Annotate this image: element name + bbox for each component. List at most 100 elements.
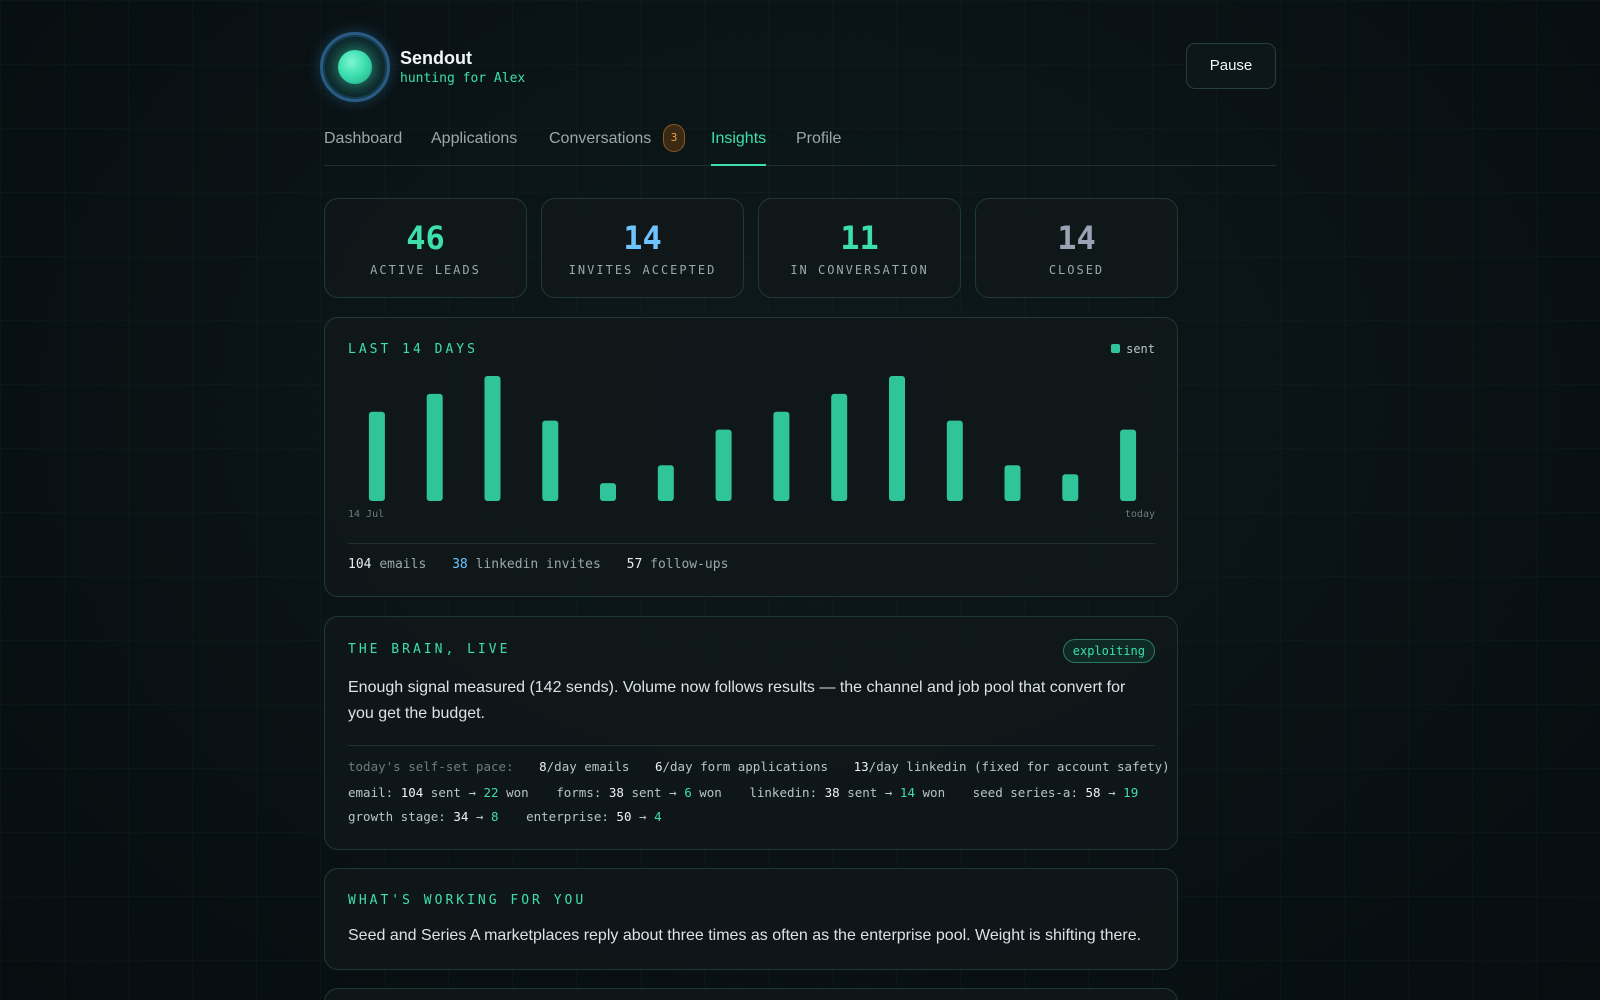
- divider: [348, 543, 1155, 544]
- seed-label: seed series-a:: [972, 785, 1078, 800]
- seed-to: 19: [1123, 785, 1139, 800]
- pace-emails-label: /day emails: [546, 759, 630, 774]
- x-axis-start-label: 14 Jul: [348, 509, 385, 520]
- sent-word: sent: [631, 785, 662, 800]
- enterprise-from: 50: [616, 809, 632, 824]
- brain-card: THE BRAIN, LIVE exploiting Enough signal…: [324, 616, 1178, 850]
- status-badge: exploiting: [1062, 639, 1155, 663]
- stat-value: 46: [406, 219, 445, 257]
- linkedin-count: 38: [452, 557, 468, 572]
- activity-card: LAST 14 DAYS sent 14 Jul today 104 email…: [324, 317, 1178, 597]
- activity-bar-chart: [368, 376, 1137, 501]
- arrow: →: [468, 785, 476, 800]
- stat-value: 11: [840, 219, 879, 257]
- forms-sent: 38: [608, 785, 624, 800]
- growth-to: 8: [491, 809, 499, 824]
- chart-bar-10: [889, 376, 905, 501]
- header: Sendout hunting for Alex Pause: [320, 32, 1276, 102]
- emails-label: emails: [379, 557, 427, 572]
- arrow: →: [1108, 785, 1116, 800]
- chart-bar-13: [1062, 474, 1079, 501]
- email-won: 22: [483, 785, 499, 800]
- emails-count: 104: [348, 557, 372, 572]
- stat-label: IN CONVERSATION: [790, 263, 929, 277]
- next-card: [324, 988, 1178, 1000]
- working-description: Seed and Series A marketplaces reply abo…: [348, 927, 1142, 944]
- won-word: won: [922, 785, 946, 800]
- chart-bar-6: [657, 465, 674, 501]
- stat-label: ACTIVE LEADS: [370, 263, 481, 277]
- arrow: →: [639, 809, 647, 824]
- stat-label: CLOSED: [1048, 263, 1105, 277]
- divider: [348, 745, 1155, 746]
- sent-word: sent: [847, 785, 878, 800]
- linkedin-label: linkedin:: [749, 785, 818, 800]
- app-subtitle: hunting for Alex: [400, 71, 526, 86]
- pause-button[interactable]: Pause: [1186, 43, 1276, 89]
- pace-forms-label: /day form applications: [662, 759, 829, 774]
- pool-results-line: growth stage: 34 → 8 enterprise: 50 → 4: [348, 809, 662, 824]
- followups-count: 57: [626, 557, 643, 572]
- email-label: email:: [348, 785, 394, 800]
- chart-bar-2: [426, 393, 443, 501]
- send-summary: 104 emails 38 linkedin invites 57 follow…: [348, 557, 728, 572]
- chart-bar-7: [715, 429, 732, 501]
- stat-card-invites-accepted: 14 INVITES ACCEPTED: [541, 198, 744, 298]
- arrow: →: [669, 785, 677, 800]
- chart-bar-5: [600, 483, 616, 501]
- tab-dashboard[interactable]: Dashboard: [324, 130, 402, 166]
- chart-bar-12: [1004, 465, 1021, 501]
- stat-value: 14: [623, 219, 662, 257]
- sent-word: sent: [430, 785, 461, 800]
- section-title: THE BRAIN, LIVE: [348, 642, 511, 657]
- followups-label: follow-ups: [650, 557, 729, 572]
- pace-linkedin-label: /day linkedin (fixed for account safety): [868, 759, 1170, 774]
- x-axis-end-label: today: [1124, 509, 1155, 520]
- arrow: →: [884, 785, 893, 800]
- section-title: WHAT'S WORKING FOR YOU: [348, 893, 587, 908]
- pace-linkedin-count: 13: [853, 759, 869, 774]
- enterprise-to: 4: [654, 809, 662, 824]
- logo-core: [338, 50, 372, 84]
- stat-card-in-conversation: 11 IN CONVERSATION: [758, 198, 961, 298]
- linkedin-sent: 38: [824, 785, 840, 800]
- app-name: Sendout: [400, 48, 472, 68]
- won-word: won: [506, 785, 529, 800]
- tab-applications[interactable]: Applications: [431, 130, 517, 166]
- stat-label: INVITES ACCEPTED: [568, 263, 717, 277]
- chart-bar-11: [946, 420, 963, 501]
- chart-bar-4: [542, 420, 559, 501]
- stat-card-active-leads: 46 ACTIVE LEADS: [324, 198, 527, 298]
- pace-line: today's self-set pace: 8/day emails 6/da…: [348, 759, 1170, 774]
- tab-conversations[interactable]: Conversations: [549, 130, 651, 166]
- arrow: →: [475, 809, 484, 824]
- tab-insights[interactable]: Insights: [711, 130, 767, 166]
- chart-bar-9: [831, 393, 848, 501]
- seed-from: 58: [1085, 785, 1101, 800]
- nav-tabs: Dashboard Applications Conversations 3 I…: [324, 120, 1276, 166]
- growth-from: 34: [453, 809, 469, 824]
- pace-label: today's self-set pace:: [348, 759, 514, 774]
- pace-emails-count: 8: [539, 759, 547, 774]
- logo-icon: [320, 32, 390, 102]
- chart-bar-1: [368, 411, 385, 501]
- forms-won: 6: [684, 785, 692, 800]
- brain-description: Enough signal measured (142 sends). Volu…: [348, 679, 1126, 722]
- working-card: WHAT'S WORKING FOR YOU Seed and Series A…: [324, 868, 1178, 970]
- stat-card-closed: 14 CLOSED: [975, 198, 1178, 298]
- channel-results-line: email: 104 sent → 22 won forms: 38 sent …: [348, 785, 1138, 800]
- tab-profile[interactable]: Profile: [796, 130, 841, 166]
- pace-forms-count: 6: [654, 759, 663, 774]
- chart-bar-3: [484, 376, 501, 501]
- growth-label: growth stage:: [348, 809, 446, 824]
- chart-bar-8: [773, 411, 790, 501]
- chart-bar-14: [1120, 429, 1137, 501]
- email-sent: 104: [400, 785, 424, 800]
- stat-value: 14: [1057, 219, 1096, 257]
- won-word: won: [699, 785, 722, 800]
- enterprise-label: enterprise:: [526, 809, 609, 824]
- linkedin-won: 14: [899, 785, 915, 800]
- forms-label: forms:: [556, 785, 602, 800]
- conversations-badge: 3: [663, 124, 685, 152]
- linkedin-label: linkedin invites: [475, 557, 601, 572]
